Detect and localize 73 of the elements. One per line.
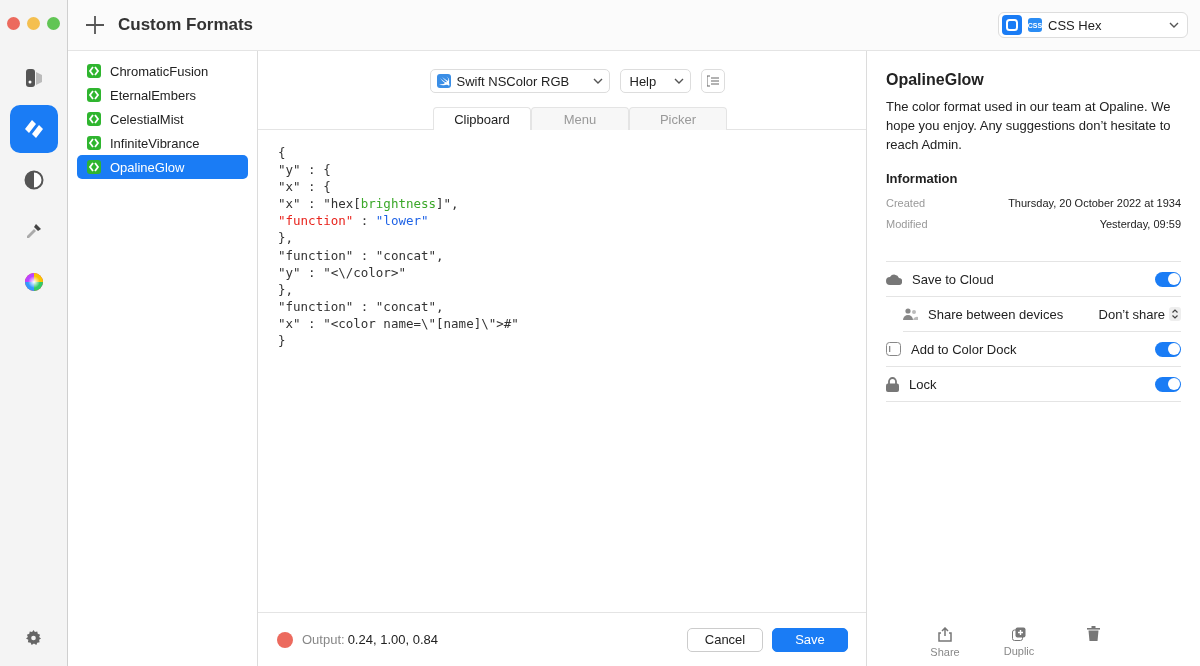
code-line: "x" : "<color name=\"[name]\">#" (278, 314, 520, 333)
device-icon (24, 68, 43, 88)
dock-icon (886, 342, 901, 356)
code-line: { (278, 144, 287, 162)
code-line: "x" : "hex[brightness]", (278, 195, 460, 213)
format-list-item[interactable]: CelestialMist (77, 107, 248, 131)
outline-button[interactable] (700, 69, 725, 93)
help-dropdown[interactable]: Help (619, 69, 691, 93)
dropdown-value: Swift NSColor RGB (456, 73, 571, 89)
action-label[interactable]: Duplic (1003, 645, 1035, 657)
setting-label: Save to Cloud (912, 271, 994, 287)
format-icon (87, 160, 101, 174)
share-select[interactable]: Don’t share (1098, 306, 1181, 322)
chevron-down-icon (1169, 22, 1179, 28)
info-label: Created (886, 196, 926, 211)
info-label: Modified (886, 217, 928, 232)
section-heading: Information (886, 171, 959, 186)
action-label[interactable]: Share (930, 645, 960, 658)
code-line: "y" : { (278, 161, 332, 179)
format-icon (87, 112, 101, 126)
format-list-item[interactable]: InfiniteVibrance (77, 131, 248, 155)
code-line: } (278, 332, 287, 350)
format-icon (87, 136, 101, 150)
tab[interactable]: Clipboard (433, 107, 531, 130)
code-line: "function" : "lower" (278, 212, 430, 230)
code-line: "y" : "<\/color>" (278, 263, 407, 281)
language-dropdown[interactable]: Swift NSColor RGB (429, 69, 610, 93)
code-line: }, (278, 280, 295, 298)
format-icon (87, 64, 101, 78)
format-list-item[interactable]: ChromaticFusion (77, 59, 248, 83)
format-list-item[interactable]: EternalEmbers (77, 83, 248, 107)
app-icon (1002, 15, 1022, 35)
output-value: 0.24, 1.00, 0.84 (347, 632, 439, 647)
dropdown-value: Help (628, 73, 658, 89)
format-title: OpalineGlow (886, 71, 985, 89)
trash-icon (1086, 626, 1100, 641)
format-description: The color format used in our team at Opaline. We hope you enjoy. Any suggestions don’t hesitate to reach Admin. (886, 98, 1172, 154)
chevron-down-icon (592, 78, 603, 84)
info-value: Thursday, 20 October 2022 at 1934 (1008, 196, 1181, 211)
code-line: "function" : "concat", (278, 297, 445, 315)
add-icon[interactable] (86, 16, 104, 34)
info-value: Yesterday, 09:59 (1099, 217, 1181, 232)
stepper-icon (1169, 307, 1181, 321)
window-title: Custom Formats (118, 15, 255, 35)
close-button[interactable] (7, 17, 20, 30)
chevron-down-icon (673, 78, 684, 84)
toggle-switch[interactable] (1155, 271, 1181, 287)
color-wheel-icon (23, 272, 44, 292)
toggle-switch[interactable] (1155, 376, 1181, 392)
code-line: "function" : "concat", (278, 246, 445, 264)
setting-label: Lock (909, 376, 937, 392)
save-button[interactable]: Save (772, 627, 848, 652)
code-line: "x" : { (278, 178, 332, 196)
cloud-icon (886, 273, 902, 285)
setting-label: Share between devices (928, 306, 1064, 322)
output-label: Output: (302, 632, 345, 647)
toggle-switch[interactable] (1155, 341, 1181, 357)
swift-icon (436, 74, 451, 88)
contrast-icon (23, 170, 44, 190)
lock-icon (886, 376, 899, 392)
format-list-item[interactable]: OpalineGlow (77, 155, 248, 179)
format-icon (87, 88, 101, 102)
dropdown-value: CSS Hex (1048, 17, 1103, 33)
sidebar-tab[interactable] (9, 105, 58, 153)
setting-label: Add to Color Dock (911, 341, 1017, 357)
cancel-button[interactable]: Cancel (687, 627, 763, 652)
people-icon (903, 308, 918, 320)
share-icon (938, 626, 952, 642)
code-line: }, (278, 229, 295, 247)
duplicate-icon (1012, 627, 1026, 641)
list-icon (706, 75, 719, 87)
settings-icon[interactable] (26, 630, 41, 645)
code-editor[interactable]: { "y" : { "x" : { "x" : "hex[brightness]", "function" : "lower" }, "function" : "concat", "y" : "<\/color>" }, "function" : "concat", "x" : "<color name=\"[name]\">#" } (258, 130, 866, 612)
